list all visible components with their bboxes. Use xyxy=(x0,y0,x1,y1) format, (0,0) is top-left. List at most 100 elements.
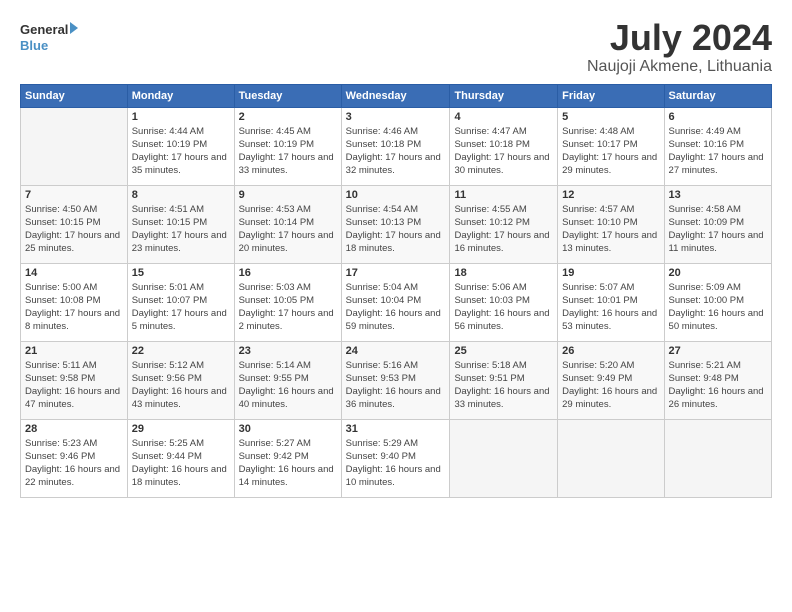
day-number: 5 xyxy=(562,111,659,123)
calendar-cell: 24 Sunrise: 5:16 AM Sunset: 9:53 PM Dayl… xyxy=(341,341,450,419)
calendar-cell: 25 Sunrise: 5:18 AM Sunset: 9:51 PM Dayl… xyxy=(450,341,558,419)
day-number: 20 xyxy=(669,267,767,279)
day-number: 6 xyxy=(669,111,767,123)
day-info: Sunrise: 4:50 AM Sunset: 10:15 PM Daylig… xyxy=(25,203,123,256)
calendar-cell: 15 Sunrise: 5:01 AM Sunset: 10:07 PM Day… xyxy=(127,263,234,341)
day-info: Sunrise: 4:48 AM Sunset: 10:17 PM Daylig… xyxy=(562,125,659,178)
sunset: Sunset: 10:19 PM xyxy=(132,139,208,150)
calendar-cell: 29 Sunrise: 5:25 AM Sunset: 9:44 PM Dayl… xyxy=(127,419,234,497)
calendar-cell: 27 Sunrise: 5:21 AM Sunset: 9:48 PM Dayl… xyxy=(664,341,771,419)
day-number: 1 xyxy=(132,111,230,123)
calendar-cell: 16 Sunrise: 5:03 AM Sunset: 10:05 PM Day… xyxy=(234,263,341,341)
calendar-cell: 3 Sunrise: 4:46 AM Sunset: 10:18 PM Dayl… xyxy=(341,107,450,185)
daylight: Daylight: 16 hours and 36 minutes. xyxy=(346,386,441,410)
sunset: Sunset: 10:05 PM xyxy=(239,295,315,306)
col-tuesday: Tuesday xyxy=(234,84,341,107)
day-number: 3 xyxy=(346,111,446,123)
day-info: Sunrise: 5:14 AM Sunset: 9:55 PM Dayligh… xyxy=(239,359,337,412)
col-saturday: Saturday xyxy=(664,84,771,107)
calendar-cell: 12 Sunrise: 4:57 AM Sunset: 10:10 PM Day… xyxy=(558,185,664,263)
sunset: Sunset: 10:07 PM xyxy=(132,295,208,306)
daylight: Daylight: 16 hours and 14 minutes. xyxy=(239,464,334,488)
calendar-week-3: 21 Sunrise: 5:11 AM Sunset: 9:58 PM Dayl… xyxy=(21,341,772,419)
sunrise: Sunrise: 5:03 AM xyxy=(239,282,311,293)
calendar-cell: 7 Sunrise: 4:50 AM Sunset: 10:15 PM Dayl… xyxy=(21,185,128,263)
calendar-cell: 6 Sunrise: 4:49 AM Sunset: 10:16 PM Dayl… xyxy=(664,107,771,185)
day-number: 24 xyxy=(346,345,446,357)
day-number: 12 xyxy=(562,189,659,201)
calendar-cell: 2 Sunrise: 4:45 AM Sunset: 10:19 PM Dayl… xyxy=(234,107,341,185)
daylight: Daylight: 16 hours and 56 minutes. xyxy=(454,308,549,332)
sunset: Sunset: 10:01 PM xyxy=(562,295,638,306)
sunrise: Sunrise: 4:47 AM xyxy=(454,126,526,137)
sunset: Sunset: 10:08 PM xyxy=(25,295,101,306)
sunset: Sunset: 9:58 PM xyxy=(25,373,95,384)
day-info: Sunrise: 4:45 AM Sunset: 10:19 PM Daylig… xyxy=(239,125,337,178)
page: General Blue July 2024 Naujoji Akmene, L… xyxy=(0,0,792,612)
calendar-cell: 9 Sunrise: 4:53 AM Sunset: 10:14 PM Dayl… xyxy=(234,185,341,263)
calendar-cell: 10 Sunrise: 4:54 AM Sunset: 10:13 PM Day… xyxy=(341,185,450,263)
sunrise: Sunrise: 4:58 AM xyxy=(669,204,741,215)
daylight: Daylight: 17 hours and 30 minutes. xyxy=(454,152,549,176)
daylight: Daylight: 17 hours and 5 minutes. xyxy=(132,308,227,332)
day-number: 22 xyxy=(132,345,230,357)
sunset: Sunset: 9:56 PM xyxy=(132,373,202,384)
day-info: Sunrise: 4:46 AM Sunset: 10:18 PM Daylig… xyxy=(346,125,446,178)
sunrise: Sunrise: 5:12 AM xyxy=(132,360,204,371)
sunrise: Sunrise: 4:44 AM xyxy=(132,126,204,137)
sunset: Sunset: 10:03 PM xyxy=(454,295,530,306)
daylight: Daylight: 16 hours and 43 minutes. xyxy=(132,386,227,410)
day-number: 9 xyxy=(239,189,337,201)
sunset: Sunset: 10:18 PM xyxy=(454,139,530,150)
sunrise: Sunrise: 5:18 AM xyxy=(454,360,526,371)
day-info: Sunrise: 5:06 AM Sunset: 10:03 PM Daylig… xyxy=(454,281,553,334)
calendar-cell: 28 Sunrise: 5:23 AM Sunset: 9:46 PM Dayl… xyxy=(21,419,128,497)
day-info: Sunrise: 4:44 AM Sunset: 10:19 PM Daylig… xyxy=(132,125,230,178)
day-number: 28 xyxy=(25,423,123,435)
header-row: Sunday Monday Tuesday Wednesday Thursday… xyxy=(21,84,772,107)
month-title: July 2024 xyxy=(587,18,772,58)
sunrise: Sunrise: 4:46 AM xyxy=(346,126,418,137)
daylight: Daylight: 16 hours and 50 minutes. xyxy=(669,308,764,332)
sunset: Sunset: 9:48 PM xyxy=(669,373,739,384)
daylight: Daylight: 17 hours and 23 minutes. xyxy=(132,230,227,254)
calendar-cell: 4 Sunrise: 4:47 AM Sunset: 10:18 PM Dayl… xyxy=(450,107,558,185)
calendar-cell: 22 Sunrise: 5:12 AM Sunset: 9:56 PM Dayl… xyxy=(127,341,234,419)
sunrise: Sunrise: 5:01 AM xyxy=(132,282,204,293)
sunrise: Sunrise: 4:51 AM xyxy=(132,204,204,215)
sunrise: Sunrise: 5:11 AM xyxy=(25,360,97,371)
sunset: Sunset: 10:00 PM xyxy=(669,295,745,306)
calendar-cell: 19 Sunrise: 5:07 AM Sunset: 10:01 PM Day… xyxy=(558,263,664,341)
daylight: Daylight: 17 hours and 33 minutes. xyxy=(239,152,334,176)
sunset: Sunset: 10:14 PM xyxy=(239,217,315,228)
calendar-cell: 20 Sunrise: 5:09 AM Sunset: 10:00 PM Day… xyxy=(664,263,771,341)
day-info: Sunrise: 4:49 AM Sunset: 10:16 PM Daylig… xyxy=(669,125,767,178)
daylight: Daylight: 16 hours and 47 minutes. xyxy=(25,386,120,410)
day-number: 16 xyxy=(239,267,337,279)
daylight: Daylight: 17 hours and 35 minutes. xyxy=(132,152,227,176)
day-number: 21 xyxy=(25,345,123,357)
day-info: Sunrise: 4:47 AM Sunset: 10:18 PM Daylig… xyxy=(454,125,553,178)
daylight: Daylight: 16 hours and 59 minutes. xyxy=(346,308,441,332)
calendar-cell: 30 Sunrise: 5:27 AM Sunset: 9:42 PM Dayl… xyxy=(234,419,341,497)
sunrise: Sunrise: 5:06 AM xyxy=(454,282,526,293)
calendar-cell xyxy=(664,419,771,497)
sunset: Sunset: 10:15 PM xyxy=(25,217,101,228)
daylight: Daylight: 17 hours and 29 minutes. xyxy=(562,152,657,176)
day-info: Sunrise: 5:04 AM Sunset: 10:04 PM Daylig… xyxy=(346,281,446,334)
sunrise: Sunrise: 5:20 AM xyxy=(562,360,634,371)
calendar-table: Sunday Monday Tuesday Wednesday Thursday… xyxy=(20,84,772,498)
calendar-cell: 14 Sunrise: 5:00 AM Sunset: 10:08 PM Day… xyxy=(21,263,128,341)
sunrise: Sunrise: 5:07 AM xyxy=(562,282,634,293)
day-info: Sunrise: 5:25 AM Sunset: 9:44 PM Dayligh… xyxy=(132,437,230,490)
day-info: Sunrise: 5:29 AM Sunset: 9:40 PM Dayligh… xyxy=(346,437,446,490)
day-number: 2 xyxy=(239,111,337,123)
sunrise: Sunrise: 5:21 AM xyxy=(669,360,741,371)
day-info: Sunrise: 5:12 AM Sunset: 9:56 PM Dayligh… xyxy=(132,359,230,412)
sunrise: Sunrise: 4:53 AM xyxy=(239,204,311,215)
sunset: Sunset: 10:13 PM xyxy=(346,217,422,228)
day-info: Sunrise: 5:09 AM Sunset: 10:00 PM Daylig… xyxy=(669,281,767,334)
day-info: Sunrise: 4:57 AM Sunset: 10:10 PM Daylig… xyxy=(562,203,659,256)
calendar-week-1: 7 Sunrise: 4:50 AM Sunset: 10:15 PM Dayl… xyxy=(21,185,772,263)
day-info: Sunrise: 5:20 AM Sunset: 9:49 PM Dayligh… xyxy=(562,359,659,412)
